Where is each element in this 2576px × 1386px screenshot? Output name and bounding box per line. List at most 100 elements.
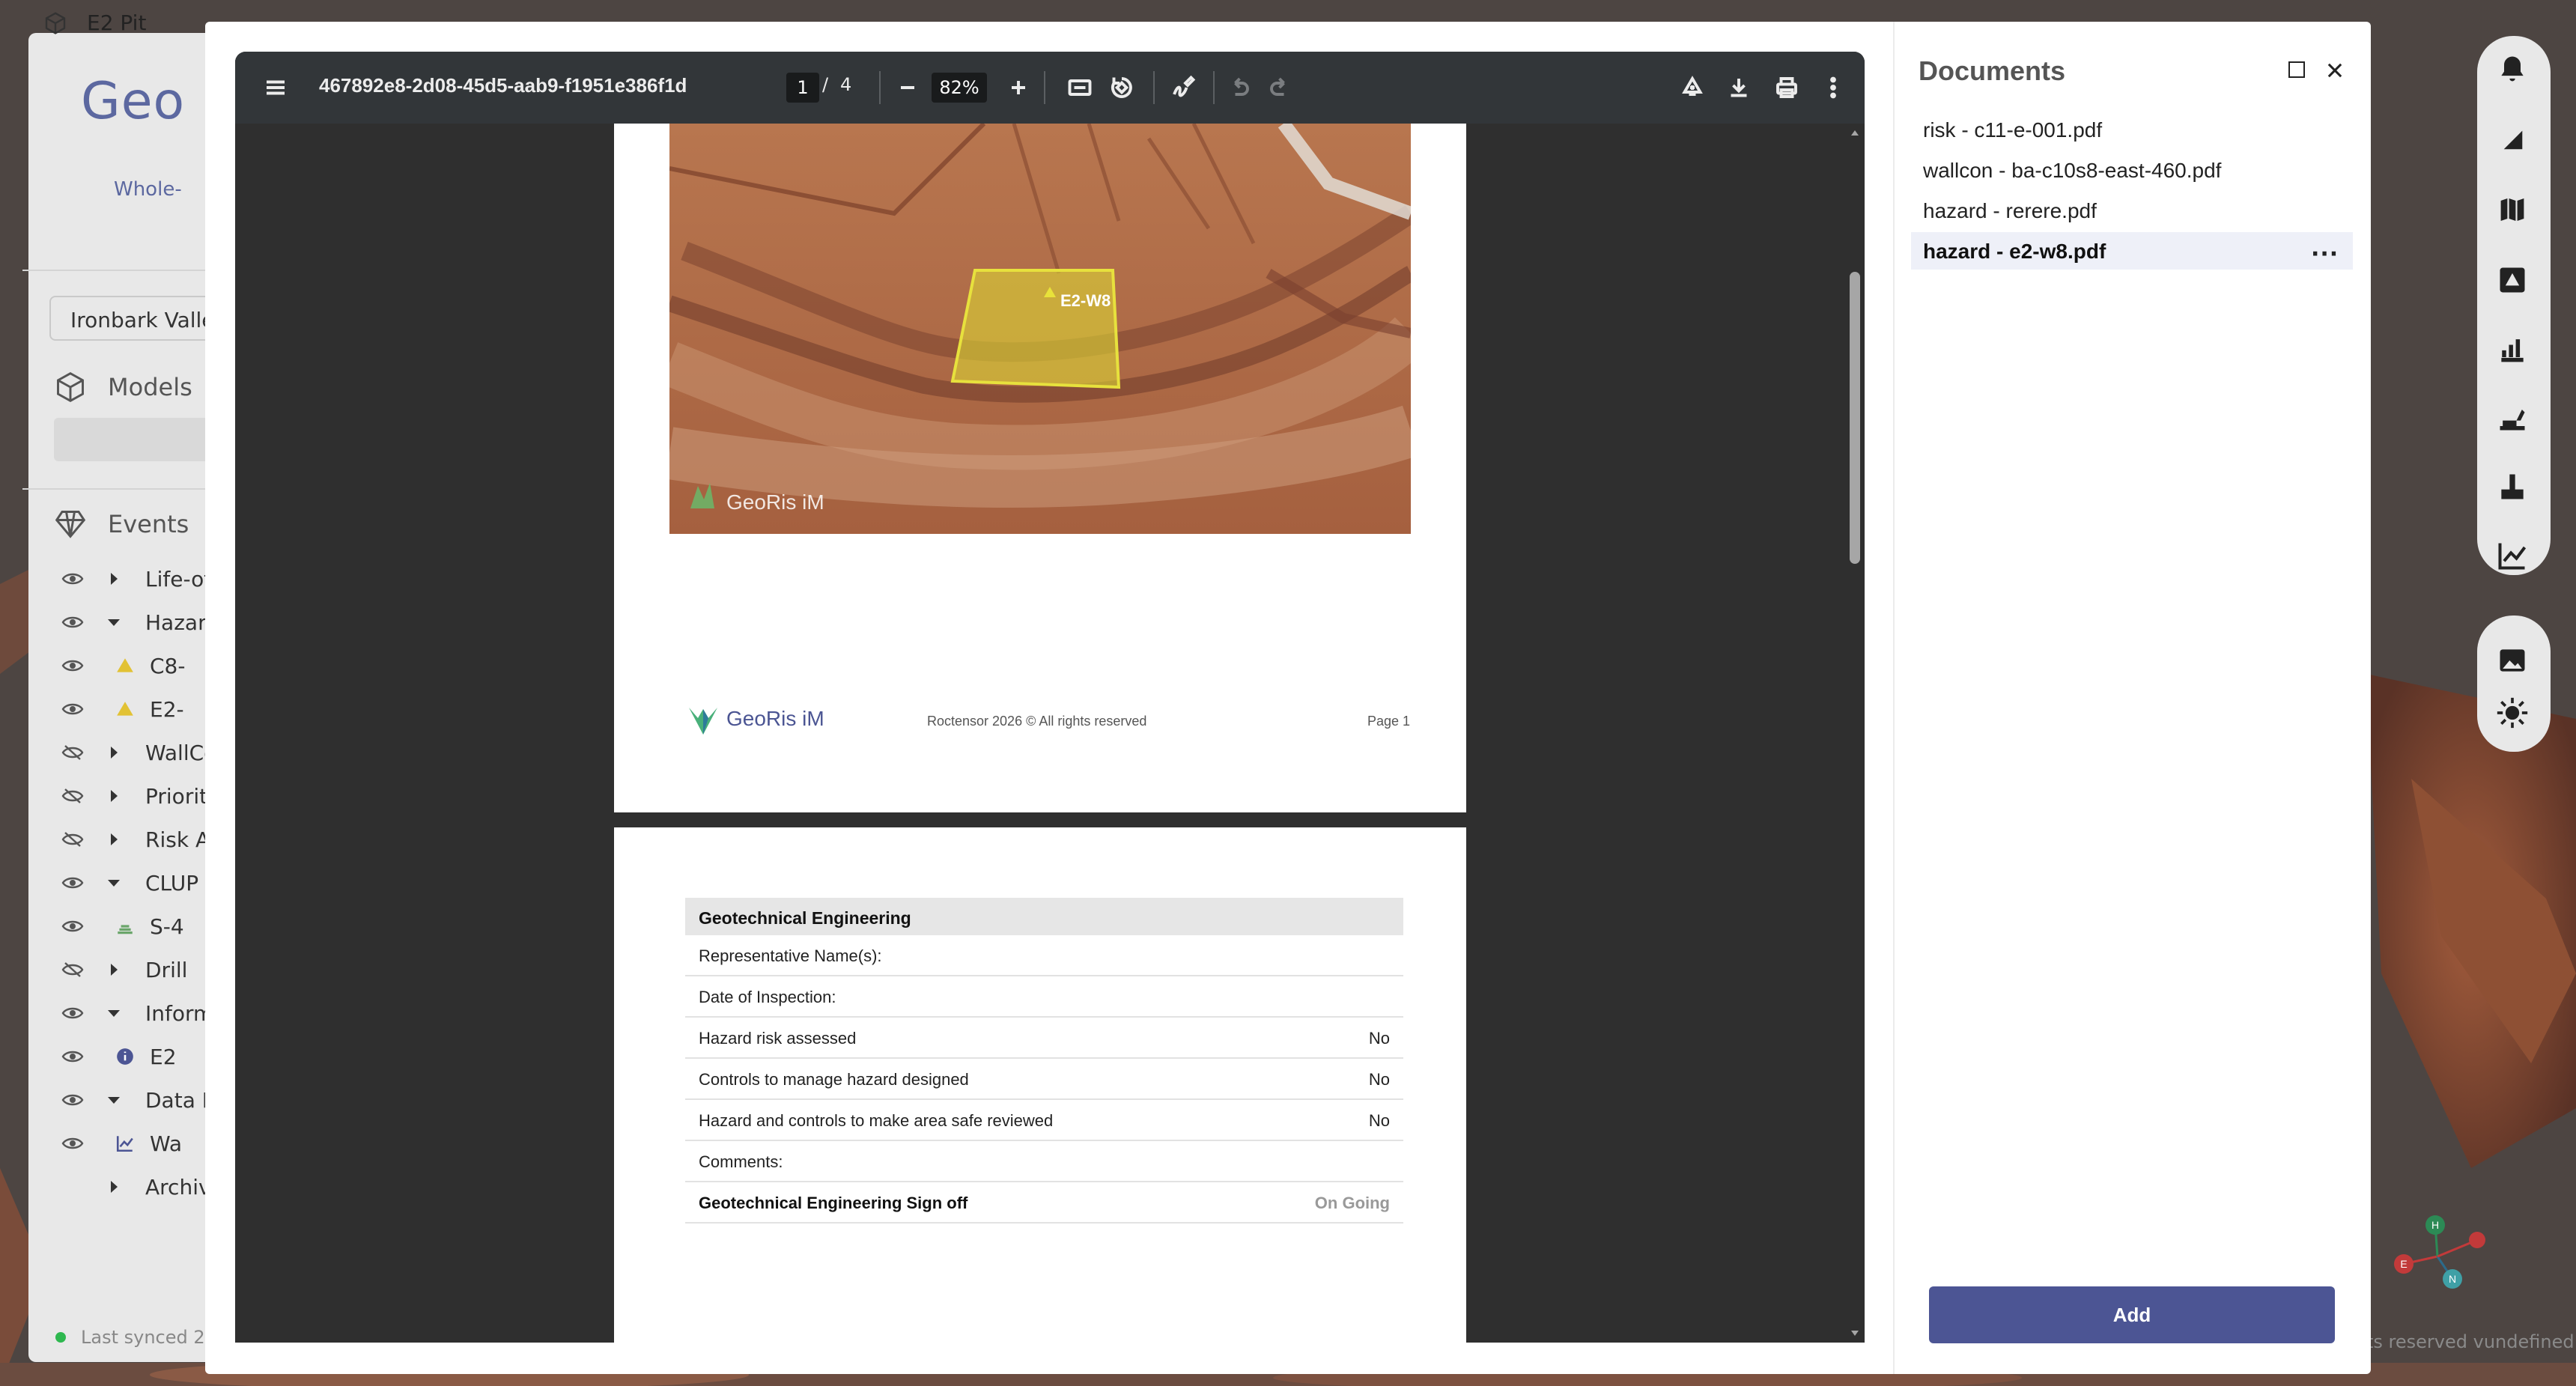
orientation-gizmo[interactable]: E H N: [2381, 1212, 2494, 1301]
event-tree-row[interactable]: Prioriti: [61, 774, 213, 818]
documents-title: Documents: [1919, 55, 2066, 86]
chevron-down-icon[interactable]: [106, 614, 121, 630]
eye-off-icon[interactable]: [61, 961, 84, 978]
eye-icon[interactable]: [61, 1005, 84, 1021]
undo-icon[interactable]: [1225, 74, 1252, 101]
event-tree-row[interactable]: Wa: [61, 1122, 182, 1165]
event-tree-row[interactable]: C8-: [61, 644, 185, 687]
form-row: Hazard risk assessed No: [685, 1018, 1403, 1059]
chevron-right-icon[interactable]: [106, 961, 121, 978]
bell-icon[interactable]: [2496, 52, 2529, 85]
scroll-down-icon[interactable]: [1845, 1323, 1865, 1343]
event-tree-row[interactable]: Life-of-: [61, 557, 218, 601]
add-document-button[interactable]: Add: [1929, 1286, 2335, 1343]
sun-icon[interactable]: [2496, 696, 2529, 729]
zoom-level[interactable]: 82%: [932, 73, 987, 103]
form-row-label: Controls to manage hazard designed: [699, 1070, 969, 1089]
compass-n-label: N: [2449, 1273, 2456, 1285]
eye-icon[interactable]: [61, 701, 84, 717]
print-icon[interactable]: [1773, 74, 1800, 101]
rotate-icon[interactable]: [1108, 74, 1135, 101]
document-item[interactable]: hazard - rerere.pdf: [1911, 192, 2353, 229]
event-tree-row[interactable]: Drill: [61, 948, 187, 991]
download-icon[interactable]: [1725, 74, 1752, 101]
events-section-header[interactable]: Events: [54, 508, 189, 541]
event-tree-row[interactable]: E2: [61, 1035, 177, 1078]
event-tree-row[interactable]: Hazard: [61, 601, 219, 644]
eye-icon[interactable]: [61, 1048, 84, 1065]
close-icon[interactable]: [2324, 60, 2345, 81]
annotate-icon[interactable]: [1170, 74, 1197, 101]
redo-icon[interactable]: [1267, 74, 1294, 101]
image-icon[interactable]: [2496, 644, 2529, 677]
document-more-icon[interactable]: ···: [2311, 241, 2339, 267]
eye-off-icon[interactable]: [61, 744, 84, 761]
save-to-drive-icon[interactable]: [1679, 74, 1706, 101]
chevron-down-icon[interactable]: [106, 1005, 121, 1021]
more-options-icon[interactable]: [1820, 74, 1847, 101]
eye-icon[interactable]: [61, 1135, 84, 1152]
event-tree-row[interactable]: Inform: [61, 991, 213, 1035]
bar-chart-icon[interactable]: [2496, 332, 2529, 365]
eye-icon[interactable]: [61, 571, 84, 587]
models-section-header[interactable]: Models: [54, 371, 192, 404]
eye-icon[interactable]: [61, 1092, 84, 1108]
event-tree-label: C8-: [150, 653, 186, 678]
clup-icon: [118, 925, 133, 934]
pdf-page-1: E2-W8 GeoRis iM GeoRis iM Roctensor 2026…: [614, 124, 1466, 812]
event-tree-row[interactable]: Data Pl: [61, 1078, 220, 1122]
page-number-input[interactable]: 1: [786, 73, 819, 103]
event-tree-row[interactable]: E2-: [61, 687, 184, 731]
eye-off-icon[interactable]: [61, 788, 84, 804]
zoom-in-icon[interactable]: [1005, 74, 1032, 101]
form-row-label: Representative Name(s):: [699, 946, 882, 965]
event-tree-label: Inform: [145, 1000, 214, 1026]
eye-off-icon[interactable]: [61, 831, 84, 848]
event-tree-row[interactable]: WallCo: [61, 731, 216, 774]
scroll-up-icon[interactable]: [1845, 124, 1865, 143]
document-item[interactable]: wallcon - ba-c10s8-east-460.pdf: [1911, 151, 2353, 189]
panel-divider: [1893, 22, 1895, 1374]
sync-indicator: [55, 1332, 66, 1343]
pdf-scroll-thumb[interactable]: [1850, 272, 1860, 564]
drill-icon[interactable]: [2496, 470, 2529, 503]
eye-icon[interactable]: [61, 918, 84, 934]
line-chart-icon[interactable]: [2496, 539, 2529, 572]
image-watermark: GeoRis iM: [726, 490, 824, 514]
chevron-right-icon[interactable]: [106, 831, 121, 848]
sync-status: Last synced 22: [55, 1327, 216, 1348]
menu-icon[interactable]: [262, 74, 289, 101]
zoom-out-icon[interactable]: [894, 74, 921, 101]
chevron-right-icon[interactable]: [106, 788, 121, 804]
event-tree-label: CLUP: [145, 870, 199, 896]
chevron-right-icon[interactable]: [106, 571, 121, 587]
model-item-row: E2 Pit: [43, 10, 146, 35]
chevron-right-icon[interactable]: [106, 1179, 121, 1195]
chevron-down-icon[interactable]: [106, 875, 121, 891]
document-item[interactable]: risk - c11-e-001.pdf: [1911, 111, 2353, 148]
toolbar-divider: [1213, 71, 1215, 104]
maximize-icon[interactable]: [2288, 61, 2305, 78]
compass-e-label: E: [2400, 1258, 2407, 1270]
chevron-right-icon[interactable]: [106, 744, 121, 761]
event-tree-row[interactable]: CLUP: [61, 861, 198, 905]
map-icon[interactable]: [2496, 193, 2529, 226]
excavator-icon[interactable]: [2496, 401, 2529, 434]
form-row-label: Date of Inspection:: [699, 988, 836, 1006]
event-tree-row[interactable]: Risk As: [61, 818, 221, 861]
form-row: Date of Inspection:: [685, 976, 1403, 1018]
fit-page-icon[interactable]: [1066, 74, 1093, 101]
toolbar-divider: [1153, 71, 1155, 104]
chevron-down-icon[interactable]: [106, 1092, 121, 1108]
eye-icon[interactable]: [61, 875, 84, 891]
layer-icon[interactable]: [2496, 123, 2529, 156]
event-tree-label: Drill: [145, 957, 188, 982]
eye-icon[interactable]: [61, 614, 84, 630]
eye-icon[interactable]: [61, 657, 84, 674]
event-tree-row[interactable]: Archive: [61, 1165, 224, 1209]
cube-icon: [57, 371, 84, 403]
form-row: Controls to manage hazard designed No: [685, 1059, 1403, 1100]
event-tree-row[interactable]: S-4: [61, 905, 184, 948]
document-item[interactable]: hazard - e2-w8.pdf: [1911, 232, 2353, 270]
hazard-box-icon[interactable]: [2496, 264, 2529, 297]
